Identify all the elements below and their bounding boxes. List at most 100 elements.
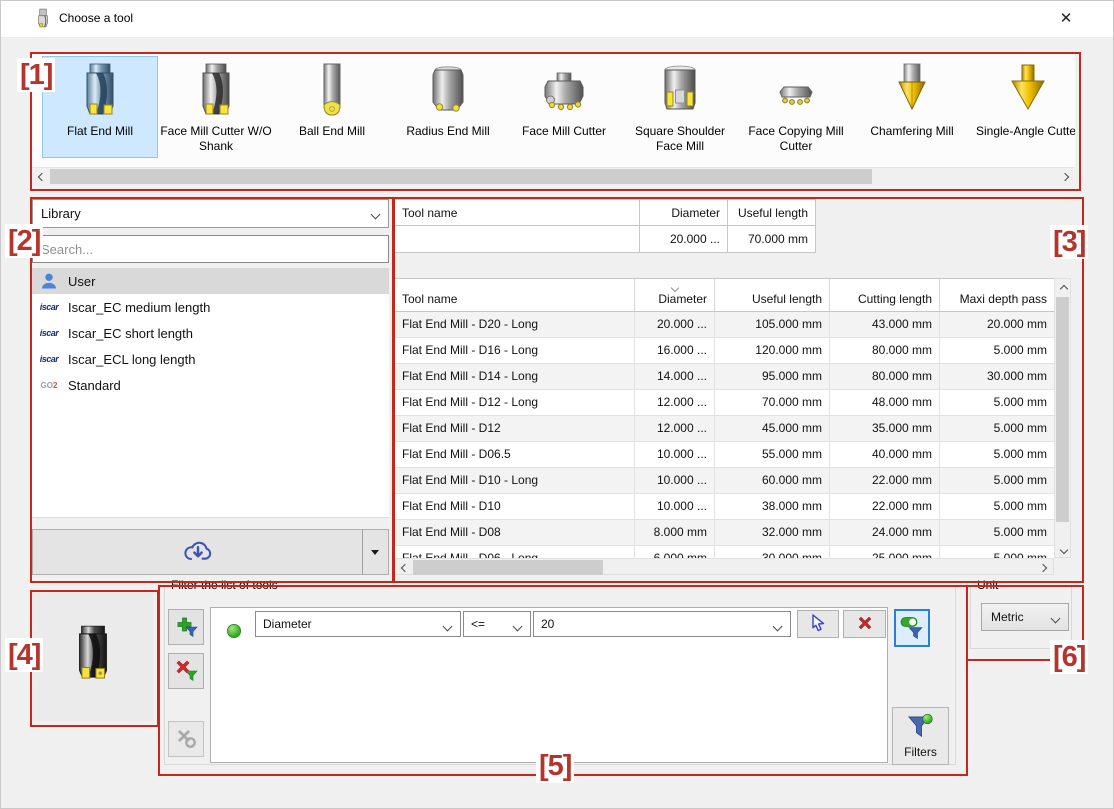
chevron-down-icon <box>513 622 523 632</box>
table-row[interactable]: Flat End Mill - D06 - Long6.000 mm30.000… <box>395 546 1071 558</box>
ball-end-mill-icon <box>276 59 388 121</box>
tools-table-vscrollbar-thumb[interactable] <box>1056 297 1069 522</box>
col-cutting-length[interactable]: Cutting length <box>830 279 940 311</box>
tool-type-square-shoulder-face-mill[interactable]: Square Shoulder Face Mill <box>622 56 738 158</box>
scroll-right-button[interactable] <box>1058 168 1075 185</box>
table-row[interactable]: Flat End Mill - D1010.000 ...38.000 mm22… <box>395 494 1071 520</box>
toggle-filter-button[interactable] <box>894 609 930 647</box>
tool-type-radius-end-mill[interactable]: Radius End Mill <box>390 56 506 158</box>
tool-type-face-mill-cutter-w-o-shank[interactable]: Face Mill Cutter W/O Shank <box>158 56 274 158</box>
filters-funnel-icon <box>907 713 934 743</box>
scroll-left-button[interactable] <box>395 559 412 576</box>
filter-field-select[interactable]: Diameter <box>255 611 461 637</box>
add-filter-button[interactable] <box>168 609 204 645</box>
delete-condition-button[interactable] <box>843 610 886 638</box>
table-row[interactable]: Flat End Mill - D12 - Long12.000 ...70.0… <box>395 390 1071 416</box>
col-tool-name[interactable]: Tool name <box>395 279 635 311</box>
cell-value: 5.000 mm <box>940 520 1055 546</box>
library-item-iscar-ec-medium-length[interactable]: iscarIscar_EC medium length <box>32 294 389 320</box>
library-list: UseriscarIscar_EC medium lengthiscarIsca… <box>32 268 389 518</box>
scroll-up-button[interactable] <box>1055 279 1072 296</box>
tool-type-flat-end-mill[interactable]: Flat End Mill <box>42 56 158 158</box>
tool-preview <box>32 592 153 721</box>
library-item-standard[interactable]: GO2Standard <box>32 372 389 398</box>
tool-strip-scrollbar[interactable] <box>32 167 1075 185</box>
filters-button-label: Filters <box>893 745 948 759</box>
unit-group-title: Unit <box>973 578 1002 592</box>
library-select[interactable]: Library <box>32 199 389 228</box>
flat-end-mill-blue-icon <box>44 59 156 121</box>
cell-value: 12.000 ... <box>635 416 715 442</box>
tool-type-label: Radius End Mill <box>392 124 504 139</box>
tool-type-chamfering-mill[interactable]: Chamfering Mill <box>854 56 970 158</box>
cell-value: 10.000 ... <box>635 468 715 494</box>
quick-filter-table: Tool name Diameter Useful length 20.000 … <box>394 199 816 253</box>
sort-indicator-icon <box>672 280 678 294</box>
quick-col-diameter[interactable]: Diameter <box>640 199 728 226</box>
cell-value: 30.000 mm <box>715 546 830 558</box>
tool-type-face-mill-cutter[interactable]: Face Mill Cutter <box>506 56 622 158</box>
table-row[interactable]: Flat End Mill - D06.510.000 ...55.000 mm… <box>395 442 1071 468</box>
scroll-down-button[interactable] <box>1055 540 1072 557</box>
unit-select[interactable]: Metric <box>981 603 1069 631</box>
tool-strip-scrollbar-thumb[interactable] <box>50 169 872 184</box>
search-input[interactable] <box>32 235 389 263</box>
library-item-user[interactable]: User <box>32 268 389 294</box>
table-row[interactable]: Flat End Mill - D1212.000 ...45.000 mm35… <box>395 416 1071 442</box>
iscar-logo: iscar <box>39 328 59 338</box>
quick-value-tool-name[interactable] <box>394 226 640 253</box>
download-options-button[interactable] <box>362 530 388 574</box>
quick-col-useful-length[interactable]: Useful length <box>728 199 816 226</box>
library-item-iscar-ec-short-length[interactable]: iscarIscar_EC short length <box>32 320 389 346</box>
cell-value: 35.000 mm <box>830 416 940 442</box>
quick-col-tool-name[interactable]: Tool name <box>394 199 640 226</box>
cell-tool-name: Flat End Mill - D06.5 <box>395 442 635 468</box>
filters-button[interactable]: Filters <box>892 707 949 765</box>
col-diameter[interactable]: Diameter <box>635 279 715 311</box>
scroll-right-button[interactable] <box>1036 559 1053 576</box>
cell-value: 25.000 mm <box>830 546 940 558</box>
col-maxi-depth-pass[interactable]: Maxi depth pass <box>940 279 1055 311</box>
cell-value: 10.000 ... <box>635 442 715 468</box>
tools-table-hscrollbar[interactable] <box>394 558 1054 575</box>
cell-tool-name: Flat End Mill - D20 - Long <box>395 312 635 338</box>
cell-value: 32.000 mm <box>715 520 830 546</box>
cell-value: 6.000 mm <box>635 546 715 558</box>
table-row[interactable]: Flat End Mill - D20 - Long20.000 ...105.… <box>395 312 1071 338</box>
cell-value: 60.000 mm <box>715 468 830 494</box>
annotation-label-5: [5] <box>536 749 574 783</box>
col-useful-length[interactable]: Useful length <box>715 279 830 311</box>
library-item-iscar-ecl-long-length[interactable]: iscarIscar_ECL long length <box>32 346 389 372</box>
download-library-main[interactable] <box>33 530 363 574</box>
cell-value: 22.000 mm <box>830 494 940 520</box>
chevron-down-icon <box>371 210 381 220</box>
cell-value: 105.000 mm <box>715 312 830 338</box>
tool-strip-items: Flat End MillFace Mill Cutter W/O ShankB… <box>42 56 1075 158</box>
library-item-label: User <box>68 274 95 289</box>
pick-value-button[interactable] <box>797 610 839 638</box>
tool-type-face-copying-mill-cutter[interactable]: Face Copying Mill Cutter <box>738 56 854 158</box>
table-row[interactable]: Flat End Mill - D088.000 mm32.000 mm24.0… <box>395 520 1071 546</box>
table-row[interactable]: Flat End Mill - D16 - Long16.000 ...120.… <box>395 338 1071 364</box>
scroll-left-button[interactable] <box>32 168 49 185</box>
library-item-label: Iscar_ECL long length <box>68 352 195 367</box>
filter-value-combo[interactable]: 20 <box>533 611 791 637</box>
flat-end-mill-grey-icon <box>160 59 272 121</box>
download-library-button[interactable] <box>32 529 389 575</box>
remove-filter-button[interactable] <box>168 653 204 689</box>
table-row[interactable]: Flat End Mill - D14 - Long14.000 ...95.0… <box>395 364 1071 390</box>
library-item-label: Iscar_EC medium length <box>68 300 210 315</box>
filter-operator-select[interactable]: <= <box>463 611 531 637</box>
tool-type-label: Face Copying Mill Cutter <box>740 124 852 154</box>
clear-filter-button[interactable] <box>168 721 204 757</box>
table-row[interactable]: Flat End Mill - D10 - Long10.000 ...60.0… <box>395 468 1071 494</box>
tools-table-vscrollbar[interactable] <box>1054 278 1071 558</box>
close-button[interactable]: ✕ <box>1041 1 1091 35</box>
tools-table-hscrollbar-thumb[interactable] <box>413 560 603 575</box>
cell-value: 5.000 mm <box>940 442 1055 468</box>
quick-value-useful-length[interactable]: 70.000 mm <box>728 226 816 253</box>
tool-type-ball-end-mill[interactable]: Ball End Mill <box>274 56 390 158</box>
quick-value-diameter[interactable]: 20.000 ... <box>640 226 728 253</box>
tool-type-single-angle-cutter[interactable]: Single-Angle Cutter <box>970 56 1075 158</box>
cell-value: 5.000 mm <box>940 468 1055 494</box>
